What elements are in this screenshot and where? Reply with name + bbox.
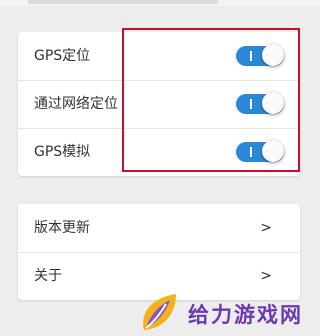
menu-label-version-update: 版本更新 bbox=[34, 220, 90, 236]
setting-row-network-location: 通过网络定位 bbox=[18, 80, 300, 128]
network-location-toggle[interactable] bbox=[236, 92, 284, 114]
toggle-knob bbox=[262, 92, 284, 114]
setting-label-gps: GPS定位 bbox=[34, 48, 91, 64]
toggle-knob bbox=[262, 44, 284, 66]
menu-item-version-update[interactable]: 版本更新 > bbox=[18, 204, 300, 252]
leaf-logo-icon bbox=[143, 294, 176, 330]
gps-mock-toggle[interactable] bbox=[236, 140, 284, 162]
top-accent-bar bbox=[28, 0, 218, 4]
menu-label-about: 关于 bbox=[34, 268, 62, 284]
toggle-on-mark-icon bbox=[250, 51, 252, 61]
toggle-on-mark-icon bbox=[250, 99, 252, 109]
setting-label-gps-mock: GPS模拟 bbox=[34, 144, 91, 160]
setting-label-network-location: 通过网络定位 bbox=[34, 96, 118, 112]
setting-row-gps: GPS定位 bbox=[18, 32, 300, 80]
location-settings-card: GPS定位 通过网络定位 GPS模拟 bbox=[18, 32, 300, 176]
toggle-on-mark-icon bbox=[250, 147, 252, 157]
toggle-knob bbox=[262, 140, 284, 162]
gps-toggle[interactable] bbox=[236, 44, 284, 66]
chevron-right-icon: > bbox=[260, 220, 272, 236]
setting-row-gps-mock: GPS模拟 bbox=[18, 128, 300, 176]
top-strip bbox=[0, 0, 320, 6]
watermark: 给力游戏网 bbox=[136, 290, 320, 336]
watermark-text: 给力游戏网 bbox=[188, 303, 303, 327]
about-card: 版本更新 > 关于 > bbox=[18, 204, 300, 300]
